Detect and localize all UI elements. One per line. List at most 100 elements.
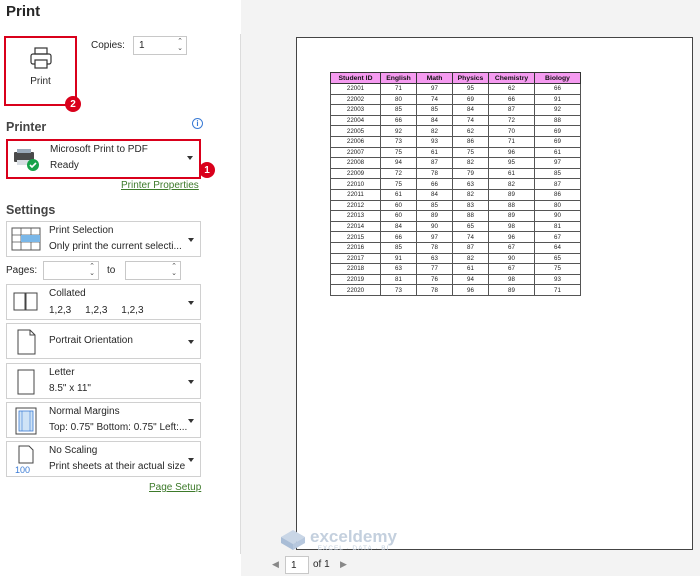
- table-row: 22019 81 76 94 98 93: [330, 273, 581, 286]
- print-what-title: Print Selection: [49, 225, 114, 236]
- table-row: 22012 60 85 83 88 80: [330, 199, 581, 212]
- table-row: 22020 73 78 96 89 71: [330, 284, 581, 296]
- table-cell: 22002: [330, 93, 381, 106]
- collation-dropdown[interactable]: Collated 1,2,3 1,2,3 1,2,3: [6, 284, 201, 320]
- table-cell: 75: [380, 178, 417, 190]
- table-cell: 86: [452, 135, 489, 148]
- chevron-down-icon: [188, 419, 194, 423]
- page-number-input[interactable]: 1: [285, 556, 309, 574]
- table-row: 22005 92 82 62 70 69: [330, 125, 581, 137]
- table-cell: 66: [416, 178, 453, 190]
- table-cell: 22009: [330, 167, 381, 180]
- table-cell: 85: [380, 104, 417, 116]
- watermark-brand: exceldemy: [310, 527, 397, 546]
- table-row: 22002 80 74 69 66 91: [330, 93, 581, 106]
- paper-subtitle: 8.5" x 11": [49, 383, 91, 394]
- copies-stepper[interactable]: ⌃ ⌄: [177, 38, 183, 52]
- table-row: 22010 75 66 63 82 87: [330, 178, 581, 190]
- table-cell: 89: [488, 210, 535, 222]
- table-body: 22001 71 97 95 62 66 22002 80 74 69 66 91 22003 85 85 8…: [330, 83, 581, 296]
- table-cell: 22013: [330, 210, 381, 222]
- column-header: English: [380, 72, 417, 84]
- table-cell: 61: [488, 167, 535, 180]
- pages-to-input[interactable]: ⌃ ⌄: [125, 261, 181, 280]
- pages-to-label: to: [107, 265, 116, 276]
- table-cell: 66: [380, 231, 417, 243]
- table-cell: 95: [452, 83, 489, 95]
- exceldemy-watermark: exceldemy EXCEL · DATA · BI: [280, 528, 397, 552]
- table-cell: 22015: [330, 231, 381, 243]
- copies-label: Copies:: [91, 40, 125, 51]
- chevron-down-icon: [188, 301, 194, 305]
- table-row: 22011 61 84 82 89 86: [330, 188, 581, 201]
- page-number-value: 1: [291, 559, 297, 571]
- table-cell: 60: [380, 210, 417, 222]
- collated-icon: [13, 292, 38, 311]
- printer-status: Ready: [50, 160, 79, 171]
- table-cell: 82: [452, 157, 489, 169]
- table-cell: 71: [534, 284, 581, 296]
- printer-properties-link[interactable]: Printer Properties: [121, 180, 199, 191]
- orientation-title: Portrait Orientation: [49, 335, 133, 346]
- print-what-dropdown[interactable]: Print Selection Only print the current s…: [6, 221, 201, 257]
- table-cell: 69: [452, 93, 489, 106]
- pane-divider: [240, 34, 241, 554]
- table-cell: 66: [488, 93, 535, 106]
- info-icon[interactable]: i: [192, 118, 203, 129]
- pages-label: Pages:: [6, 265, 38, 276]
- margins-dropdown[interactable]: Normal Margins Top: 0.75" Bottom: 0.75" …: [6, 402, 201, 438]
- table-cell: 74: [416, 93, 453, 106]
- margins-title: Normal Margins: [49, 406, 120, 417]
- no-scaling-icon: 100: [15, 445, 34, 475]
- table-header-row: Student ID English Math Physics Chemistry Bio…: [330, 72, 581, 84]
- printer-dropdown[interactable]: Microsoft Print to PDF Ready: [6, 139, 201, 179]
- previous-page-icon[interactable]: ◀: [272, 559, 279, 570]
- watermark-tagline: EXCEL · DATA · BI: [317, 545, 390, 552]
- column-header: Student ID: [330, 72, 381, 84]
- pages-from-input[interactable]: ⌃ ⌄: [43, 261, 99, 280]
- scaling-dropdown[interactable]: 100 No Scaling Print sheets at their act…: [6, 441, 201, 477]
- table-cell: 22012: [330, 199, 381, 212]
- table-cell: 96: [488, 231, 535, 243]
- table-cell: 22003: [330, 104, 381, 116]
- table-cell: 61: [534, 146, 581, 159]
- table-cell: 75: [452, 146, 489, 159]
- copies-input[interactable]: 1 ⌃ ⌄: [133, 36, 187, 55]
- pages-from-stepper[interactable]: ⌃ ⌄: [89, 263, 95, 277]
- table-cell: 92: [380, 125, 417, 137]
- print-preview-page: Student ID English Math Physics Chemistry Bio…: [296, 37, 693, 550]
- table-cell: 97: [534, 157, 581, 169]
- table-cell: 88: [534, 114, 581, 127]
- table-cell: 79: [452, 167, 489, 180]
- printer-icon: [29, 47, 52, 69]
- table-cell: 84: [380, 220, 417, 233]
- table-cell: 78: [416, 284, 453, 296]
- table-cell: 80: [380, 93, 417, 106]
- table-cell: 60: [380, 199, 417, 212]
- table-cell: 77: [416, 263, 453, 275]
- table-cell: 67: [488, 263, 535, 275]
- table-row: 22001 71 97 95 62 66: [330, 83, 581, 95]
- column-header: Math: [416, 72, 453, 84]
- table-cell: 22001: [330, 83, 381, 95]
- table-row: 22007 75 61 75 96 61: [330, 146, 581, 159]
- table-cell: 82: [452, 188, 489, 201]
- settings-section-label: Settings: [6, 203, 56, 217]
- table-cell: 81: [534, 220, 581, 233]
- paper-size-dropdown[interactable]: Letter 8.5" x 11": [6, 363, 201, 399]
- table-cell: 94: [452, 273, 489, 286]
- table-cell: 22004: [330, 114, 381, 127]
- sheet-selection-icon: [11, 227, 41, 251]
- table-cell: 67: [488, 241, 535, 254]
- orientation-dropdown[interactable]: Portrait Orientation: [6, 323, 201, 359]
- table-cell: 67: [534, 231, 581, 243]
- page-setup-link[interactable]: Page Setup: [149, 482, 201, 493]
- table-cell: 91: [380, 252, 417, 265]
- table-row: 22016 85 78 87 67 64: [330, 241, 581, 254]
- pages-to-stepper[interactable]: ⌃ ⌄: [171, 263, 177, 277]
- next-page-icon[interactable]: ▶: [340, 559, 347, 570]
- print-button[interactable]: Print: [4, 36, 77, 106]
- table-cell: 97: [416, 83, 453, 95]
- table-cell: 82: [488, 178, 535, 190]
- table-cell: 69: [534, 125, 581, 137]
